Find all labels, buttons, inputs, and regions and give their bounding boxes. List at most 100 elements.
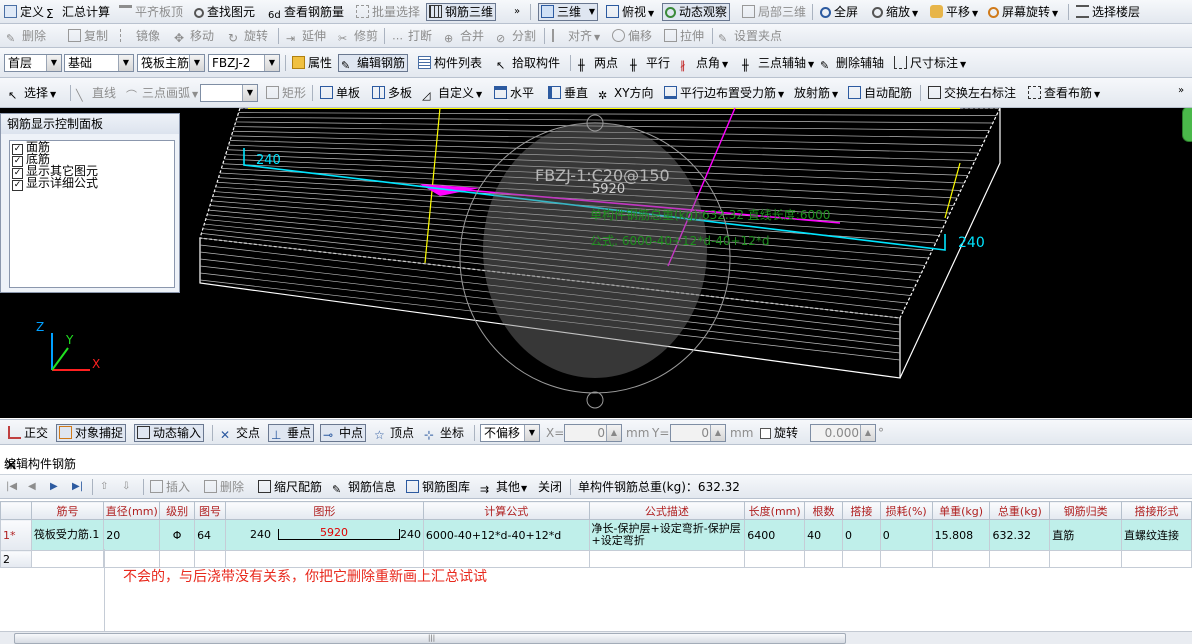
mirror-button[interactable]: 镜像 xyxy=(118,27,162,45)
summary-calc-button[interactable]: Σ 汇总计算 xyxy=(44,3,112,21)
orbit-handle-bottom[interactable] xyxy=(586,391,604,409)
first-record-button[interactable]: |◀ xyxy=(4,478,19,496)
col-header[interactable]: 单重(kg) xyxy=(931,501,991,520)
col-header[interactable]: 级别 xyxy=(159,501,196,520)
cell-total-weight[interactable]: 632.32 xyxy=(989,519,1051,551)
split-button[interactable]: ⊘ 分割 xyxy=(494,27,538,45)
vertical-button[interactable]: 垂直 xyxy=(546,84,590,102)
coordinate-snap-button[interactable]: ⊹ 坐标 xyxy=(422,424,466,442)
cell-empty[interactable] xyxy=(224,550,424,568)
screen-rotate-dropdown[interactable]: 屏幕旋转 ▼ xyxy=(986,3,1060,21)
select-dropdown[interactable]: ↖ 选择 ▼ xyxy=(6,84,58,102)
cell-empty[interactable] xyxy=(422,550,590,568)
cell-category[interactable]: 直筋 xyxy=(1049,519,1122,551)
cell-name[interactable]: 筏板受力筋.1 xyxy=(30,519,105,551)
view-rebar-qty-button[interactable]: 6d 查看钢筋量 xyxy=(266,3,346,21)
col-header[interactable]: 公式描述 xyxy=(588,501,746,520)
rotate-angle-input[interactable]: 0.000 ▲ xyxy=(810,424,876,442)
offset-button[interactable]: 偏移 xyxy=(610,27,654,45)
cell-empty[interactable] xyxy=(588,550,746,568)
auto-rebar-button[interactable]: 自动配筋 xyxy=(846,84,914,102)
parallel-edge-dropdown[interactable]: 平行边布置受力筋 ▼ xyxy=(662,84,786,102)
cell-lap[interactable]: 0 xyxy=(841,519,881,551)
horizontal-button[interactable]: 水平 xyxy=(492,84,536,102)
col-header[interactable]: 钢筋归类 xyxy=(1049,501,1122,520)
single-slab-button[interactable]: 单板 xyxy=(318,84,362,102)
vertex-snap-button[interactable]: ☆ 顶点 xyxy=(372,424,416,442)
align-top-button[interactable]: 平齐板顶 xyxy=(117,3,185,21)
cell-empty[interactable] xyxy=(841,550,881,568)
move-button[interactable]: ✥ 移动 xyxy=(172,27,216,45)
col-header[interactable]: 筋号 xyxy=(30,501,105,520)
close-icon[interactable]: × xyxy=(4,455,1186,475)
rebar-info-button[interactable]: ✎ 钢筋信息 xyxy=(330,478,398,496)
view-3d-dropdown[interactable]: 三维 ▼ xyxy=(538,3,598,21)
col-header[interactable]: 计算公式 xyxy=(422,501,590,520)
cell-count[interactable]: 40 xyxy=(804,519,843,551)
more-tools-button[interactable]: » xyxy=(512,3,522,21)
pick-component-button[interactable]: ↖ 拾取构件 xyxy=(494,54,562,72)
define-button[interactable]: 定义 xyxy=(2,3,46,21)
dynamic-input-button[interactable]: 动态输入 xyxy=(134,424,205,442)
parallel-axis-button[interactable]: ╫ 平行 xyxy=(628,54,672,72)
draw-mode-select[interactable]: ▼ xyxy=(200,84,258,102)
object-snap-button[interactable]: 对象捕捉 xyxy=(56,424,127,442)
zoom-dropdown[interactable]: 缩放 ▼ xyxy=(870,3,920,21)
perpendicular-snap-button[interactable]: ⊥ 垂点 xyxy=(268,424,315,442)
multi-slab-button[interactable]: 多板 xyxy=(370,84,414,102)
properties-button[interactable]: 属性 xyxy=(290,54,334,72)
y-coordinate-input[interactable]: 0 ▲ xyxy=(670,424,726,442)
cell-empty[interactable] xyxy=(1049,550,1122,568)
dynamic-orbit-button[interactable]: 动态观察 xyxy=(662,3,731,21)
row-number[interactable]: 2 xyxy=(0,550,32,568)
cell-figure-no[interactable]: 64 xyxy=(194,519,226,551)
cell-loss[interactable]: 0 xyxy=(879,519,933,551)
layer-select[interactable]: 基础 ▼ xyxy=(64,54,134,72)
col-header[interactable]: 直径(mm) xyxy=(103,501,161,520)
cell-empty[interactable] xyxy=(804,550,843,568)
break-button[interactable]: ⋯ 打断 xyxy=(390,27,434,45)
align-dropdown[interactable]: 对齐 ▼ xyxy=(550,27,602,45)
cell-diameter[interactable]: 20 xyxy=(103,519,161,551)
prev-record-button[interactable]: ◀ xyxy=(26,478,38,496)
insert-button[interactable]: 插入 xyxy=(148,478,192,496)
cell-empty[interactable] xyxy=(989,550,1051,568)
stretch-button[interactable]: 拉伸 xyxy=(662,27,706,45)
top-view-dropdown[interactable]: 俯视 ▼ xyxy=(604,3,656,21)
scale-rebar-button[interactable]: 缩尺配筋 xyxy=(256,478,324,496)
two-point-axis-button[interactable]: ╫ 两点 xyxy=(576,54,620,72)
midpoint-snap-button[interactable]: ⊸ 中点 xyxy=(320,424,367,442)
cell-lap-type[interactable]: 直螺纹连接 xyxy=(1120,519,1192,551)
find-element-button[interactable]: 查找图元 xyxy=(192,3,257,21)
trim-button[interactable]: ✂ 修剪 xyxy=(336,27,380,45)
xy-direction-button[interactable]: ✲ XY方向 xyxy=(596,84,656,102)
next-record-button[interactable]: ▶ xyxy=(48,478,60,496)
col-header[interactable]: 损耗(%) xyxy=(879,501,933,520)
cell-grade[interactable]: Φ xyxy=(159,519,196,551)
rotate-checkbox[interactable]: 旋转 xyxy=(758,424,800,442)
pan-dropdown[interactable]: 平移 ▼ xyxy=(928,3,980,21)
extend-button[interactable]: ⇥ 延伸 xyxy=(284,27,328,45)
horizontal-scrollbar[interactable]: ||| xyxy=(0,631,1192,644)
point-angle-dropdown[interactable]: ∦ 点角 ▼ xyxy=(678,54,730,72)
rectangle-button[interactable]: 矩形 xyxy=(264,84,308,102)
cell-empty[interactable] xyxy=(744,550,806,568)
col-header[interactable]: 搭接形式 xyxy=(1120,501,1192,520)
swap-label-button[interactable]: 交换左右标注 xyxy=(926,84,1018,102)
custom-dropdown[interactable]: ◿ 自定义 ▼ xyxy=(420,84,484,102)
dimension-dropdown[interactable]: 尺寸标注 ▼ xyxy=(892,54,968,72)
component-select[interactable]: FBZJ-2 ▼ xyxy=(208,54,280,72)
rebar-3d-button[interactable]: 钢筋三维 xyxy=(426,3,497,21)
rotate-button[interactable]: ↻ 旋转 xyxy=(226,27,270,45)
component-list-button[interactable]: 构件列表 xyxy=(416,54,484,72)
radial-dropdown[interactable]: 放射筋 ▼ xyxy=(792,84,840,102)
floor-select[interactable]: 首层 ▼ xyxy=(4,54,62,72)
offset-mode-select[interactable]: 不偏移 ▼ xyxy=(480,424,540,442)
line-button[interactable]: ╲ 直线 xyxy=(74,84,118,102)
close-button[interactable]: 关闭 xyxy=(536,478,564,496)
intersection-snap-button[interactable]: ✕ 交点 xyxy=(218,424,262,442)
edit-rebar-button[interactable]: ✎ 编辑钢筋 xyxy=(338,54,409,72)
move-up-button[interactable]: ⇧ xyxy=(98,478,110,496)
col-header[interactable]: 根数 xyxy=(804,501,843,520)
cell-empty[interactable] xyxy=(931,550,991,568)
